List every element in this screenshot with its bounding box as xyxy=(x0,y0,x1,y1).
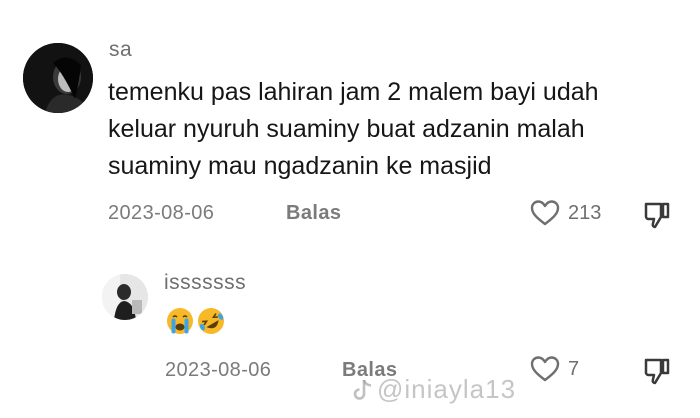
crying-face-emoji-icon xyxy=(167,308,193,334)
tiktok-logo-icon xyxy=(353,379,372,400)
heart-icon xyxy=(530,356,560,382)
comment-thread: sa temenku pas lahiran jam 2 malem bayi … xyxy=(0,0,700,418)
reply-button[interactable]: Balas xyxy=(286,202,341,225)
like-button[interactable]: 7 xyxy=(530,355,579,383)
watermark: @iniayla13 xyxy=(352,374,516,405)
dislike-icon[interactable] xyxy=(642,356,672,386)
rolling-laughing-emoji-icon xyxy=(198,308,224,334)
avatar[interactable] xyxy=(23,43,93,113)
profile-photo-icon xyxy=(23,43,93,113)
comment-text-line: temenku pas lahiran jam 2 malem bayi uda… xyxy=(108,78,599,106)
like-count: 7 xyxy=(568,357,580,380)
watermark-handle: @iniayla13 xyxy=(377,374,517,404)
comment-text: temenku pas lahiran jam 2 malem bayi uda… xyxy=(108,74,688,185)
reply-date: 2023-08-06 xyxy=(165,359,272,381)
avatar[interactable] xyxy=(102,274,148,320)
like-button[interactable]: 213 xyxy=(530,199,601,227)
comment-text-line: suaminy mau ngadzanin ke masjid xyxy=(108,152,492,180)
heart-icon xyxy=(530,200,560,226)
comment-username[interactable]: sa xyxy=(109,38,132,62)
reply-username[interactable]: isssssss xyxy=(164,271,246,295)
profile-photo-icon xyxy=(102,274,148,320)
reply-text xyxy=(165,306,226,334)
like-count: 213 xyxy=(568,201,602,224)
comment-date: 2023-08-06 xyxy=(108,202,215,224)
comment-text-line: keluar nyuruh suaminy buat adzanin malah xyxy=(108,115,585,143)
dislike-icon[interactable] xyxy=(642,200,672,230)
